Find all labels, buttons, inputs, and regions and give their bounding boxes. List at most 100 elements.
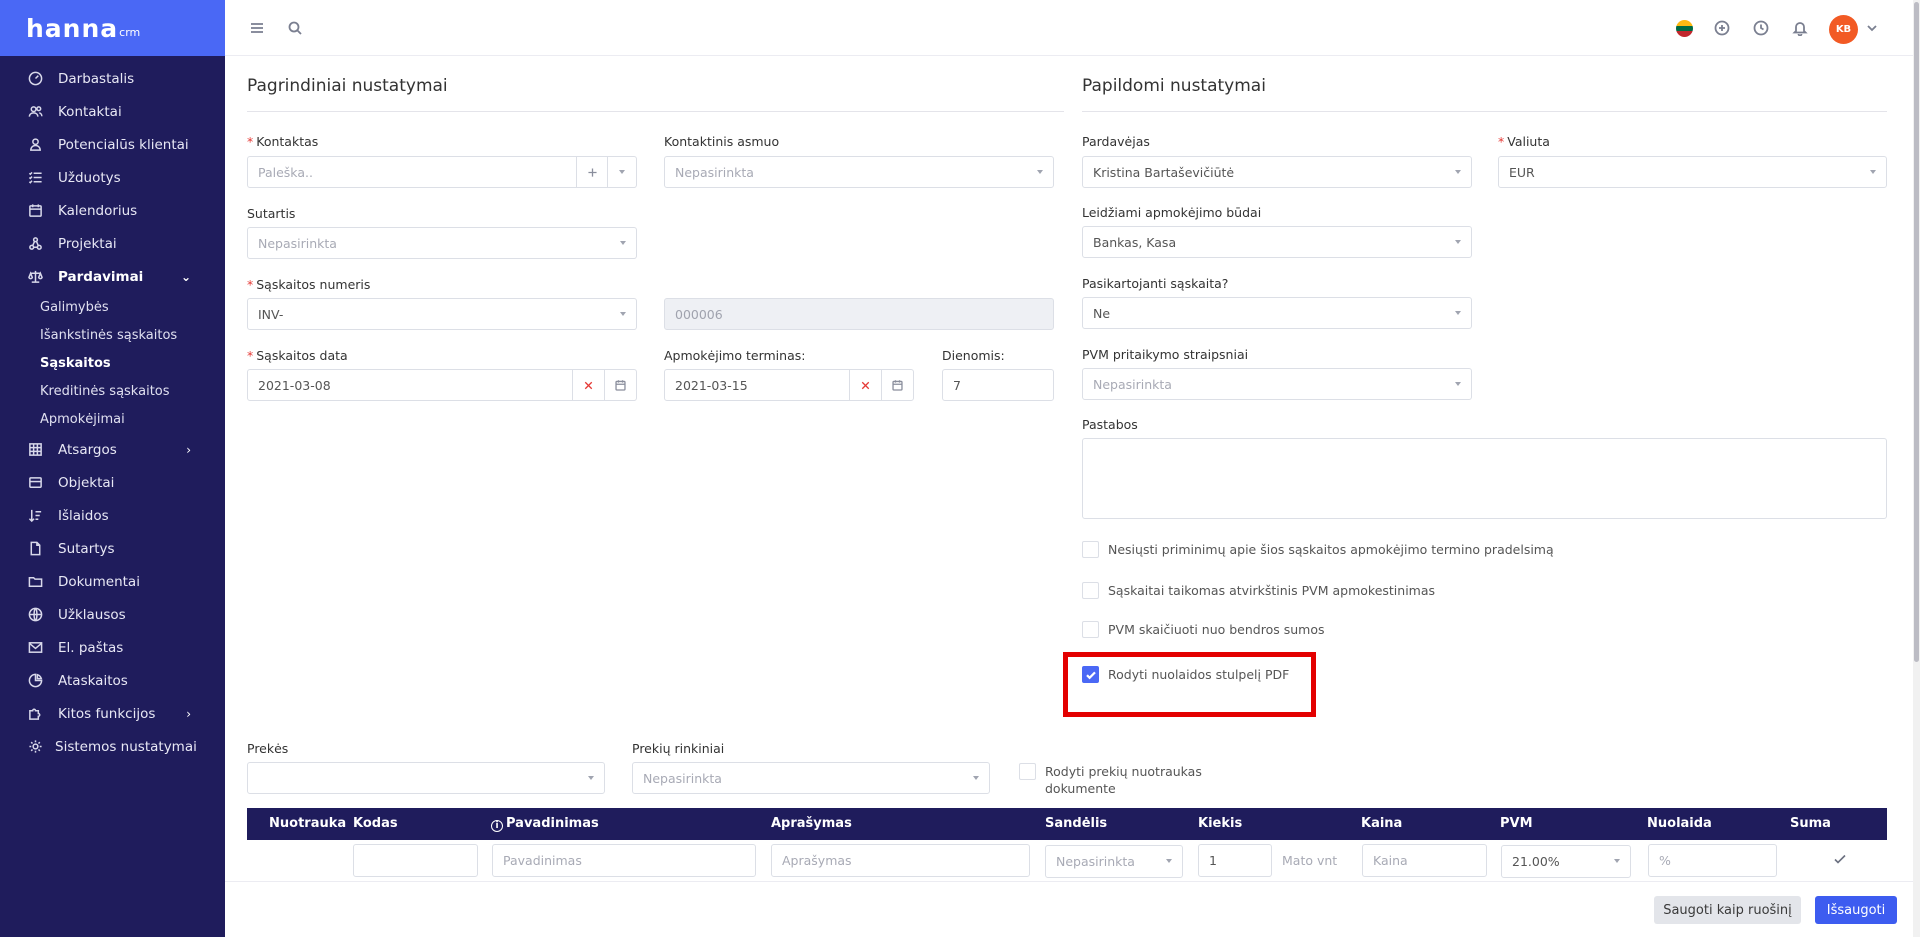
sidebar-item-kalendorius[interactable]: Kalendorius: [0, 194, 225, 227]
description-placeholder: Aprašymas: [782, 853, 852, 868]
sidebar-item-label: El. paštas: [58, 639, 124, 656]
sidebar-item-label: Užduotys: [58, 169, 121, 186]
currency-label: * Valiuta: [1498, 134, 1550, 149]
contact-dropdown-button[interactable]: [607, 157, 636, 187]
quantity-value: 1: [1209, 853, 1217, 868]
invoice-prefix-select[interactable]: INV-: [247, 298, 637, 330]
sidebar-subitem-apmokejimai[interactable]: Apmokėjimai: [0, 405, 225, 433]
days-input[interactable]: 7: [942, 369, 1054, 401]
sidebar-subitem-kreditines-saskaitos[interactable]: Kreditinės sąskaitos: [0, 377, 225, 405]
discount-input[interactable]: %: [1648, 844, 1777, 877]
sidebar-item-potencialus-klientai[interactable]: Potencialūs klientai: [0, 128, 225, 161]
clear-due-date-button[interactable]: [849, 370, 881, 400]
vat-total-checkbox[interactable]: [1082, 621, 1099, 638]
sidebar-item-el-pastas[interactable]: El. paštas: [0, 631, 225, 664]
recurring-select[interactable]: Ne: [1082, 297, 1472, 329]
sidebar-item-sutartys[interactable]: Sutartys: [0, 532, 225, 565]
sidebar-item-atsargos[interactable]: Atsargos ›: [0, 433, 225, 466]
th-sum: Suma: [1790, 816, 1831, 831]
sidebar-item-uzduotys[interactable]: Užduotys: [0, 161, 225, 194]
check-icon[interactable]: [1833, 852, 1847, 870]
sidebar-item-ataskaitos[interactable]: Ataskaitos: [0, 664, 225, 697]
seller-select[interactable]: Kristina Bartaševičiūtė: [1082, 156, 1472, 188]
reverse-vat-label: Sąskaitai taikomas atvirkštinis PVM apmo…: [1108, 583, 1436, 598]
check-icon: [1085, 671, 1096, 679]
clear-date-button[interactable]: [572, 370, 604, 400]
save-draft-button[interactable]: Saugoti kaip ruošinį: [1654, 896, 1801, 924]
name-input[interactable]: Pavadinimas: [492, 844, 756, 877]
contract-select[interactable]: Nepasirinkta: [247, 227, 637, 259]
invoice-number-value: 000006: [675, 306, 723, 322]
show-photos-checkbox[interactable]: [1019, 763, 1036, 780]
sidebar-item-label: Kitos funkcijos: [58, 705, 156, 722]
clock-icon[interactable]: [1751, 18, 1771, 38]
products-select[interactable]: [247, 762, 605, 794]
quantity-input[interactable]: 1: [1198, 844, 1272, 877]
invoice-date-field[interactable]: 2021-03-08: [247, 369, 637, 401]
brand-logo[interactable]: hanna crm: [0, 0, 225, 56]
vat-articles-select[interactable]: Nepasirinkta: [1082, 368, 1472, 400]
lead-icon: [27, 137, 43, 153]
code-input[interactable]: [353, 844, 478, 877]
sidebar-item-kontaktai[interactable]: Kontaktai: [0, 95, 225, 128]
invoice-number-label: * Sąskaitos numeris: [247, 277, 371, 292]
add-contact-button[interactable]: [576, 157, 607, 187]
reverse-vat-checkbox[interactable]: [1082, 582, 1099, 599]
sidebar-item-label: Sutartys: [58, 540, 115, 557]
due-date-picker-button[interactable]: [881, 370, 913, 400]
discount-placeholder: %: [1659, 853, 1671, 868]
description-input[interactable]: Aprašymas: [771, 844, 1030, 877]
currency-value: EUR: [1509, 164, 1535, 180]
table-row: Pavadinimas Aprašymas Nepasirinkta 1 Mat…: [247, 840, 1887, 880]
sidebar-subitem-isankstines-saskaitos[interactable]: Išankstinės sąskaitos: [0, 321, 225, 349]
product-sets-select[interactable]: Nepasirinkta: [632, 762, 990, 794]
notes-textarea[interactable]: [1082, 438, 1887, 519]
warehouse-select[interactable]: Nepasirinkta: [1045, 845, 1183, 878]
sidebar-item-sistemos-nustatymai[interactable]: Sistemos nustatymai: [0, 730, 225, 763]
sidebar-item-objektai[interactable]: Objektai: [0, 466, 225, 499]
contact-select[interactable]: Paleška..: [247, 156, 637, 188]
sidebar-item-kitos-funkcijos[interactable]: Kitos funkcijos ›: [0, 697, 225, 730]
currency-select[interactable]: EUR: [1498, 156, 1887, 188]
add-circle-icon[interactable]: [1712, 18, 1732, 38]
sidebar-item-label: Užklausos: [58, 606, 126, 623]
sidebar-item-darbastalis[interactable]: Darbastalis: [0, 62, 225, 95]
due-date-field[interactable]: 2021-03-15: [664, 369, 914, 401]
contact-label: * Kontaktas: [247, 134, 319, 149]
sidebar-item-projektai[interactable]: Projektai: [0, 227, 225, 260]
scrollbar-thumb[interactable]: [1914, 2, 1919, 662]
no-reminders-checkbox[interactable]: [1082, 541, 1099, 558]
contract-value: Nepasirinkta: [258, 235, 337, 251]
sidebar-item-dokumentai[interactable]: Dokumentai: [0, 565, 225, 598]
payment-methods-select[interactable]: Bankas, Kasa: [1082, 226, 1472, 258]
sidebar-subitem-galimybes[interactable]: Galimybės: [0, 293, 225, 321]
no-reminders-label: Nesiųsti priminimų apie šios sąskaitos a…: [1108, 542, 1554, 557]
sidebar-item-label: Sistemos nustatymai: [55, 738, 197, 755]
sidebar-item-islaidos[interactable]: Išlaidos: [0, 499, 225, 532]
show-discount-label: Rodyti nuolaidos stulpelį PDF: [1108, 667, 1290, 682]
caret-icon: [1455, 240, 1461, 244]
save-button[interactable]: Išsaugoti: [1815, 896, 1897, 924]
document-icon: [27, 541, 43, 557]
unit-placeholder[interactable]: Mato vnt: [1282, 853, 1337, 868]
th-quantity: Kiekis: [1198, 816, 1243, 831]
avatar[interactable]: KB: [1829, 15, 1858, 44]
show-discount-checkbox[interactable]: [1082, 666, 1099, 683]
scrollbar[interactable]: [1913, 0, 1920, 937]
caret-icon: [1455, 311, 1461, 315]
vat-select[interactable]: 21.00%: [1501, 845, 1631, 878]
sidebar-item-label: Išlaidos: [58, 507, 109, 524]
contact-person-select[interactable]: Nepasirinkta: [664, 156, 1054, 188]
invoice-number-field: 000006: [664, 298, 1054, 330]
search-icon[interactable]: [285, 18, 305, 38]
sidebar-item-uzklausos[interactable]: Užklausos: [0, 598, 225, 631]
chevron-down-icon[interactable]: [1862, 18, 1882, 38]
date-picker-button[interactable]: [604, 370, 636, 400]
th-vat: PVM: [1500, 816, 1533, 831]
bell-icon[interactable]: [1790, 18, 1810, 38]
price-input[interactable]: Kaina: [1362, 844, 1487, 877]
sidebar-subitem-saskaitos[interactable]: Sąskaitos: [0, 349, 225, 377]
sidebar-item-pardavimai[interactable]: Pardavimai ⌄: [0, 260, 225, 293]
language-flag-icon[interactable]: [1676, 20, 1693, 37]
menu-icon[interactable]: [247, 18, 267, 38]
